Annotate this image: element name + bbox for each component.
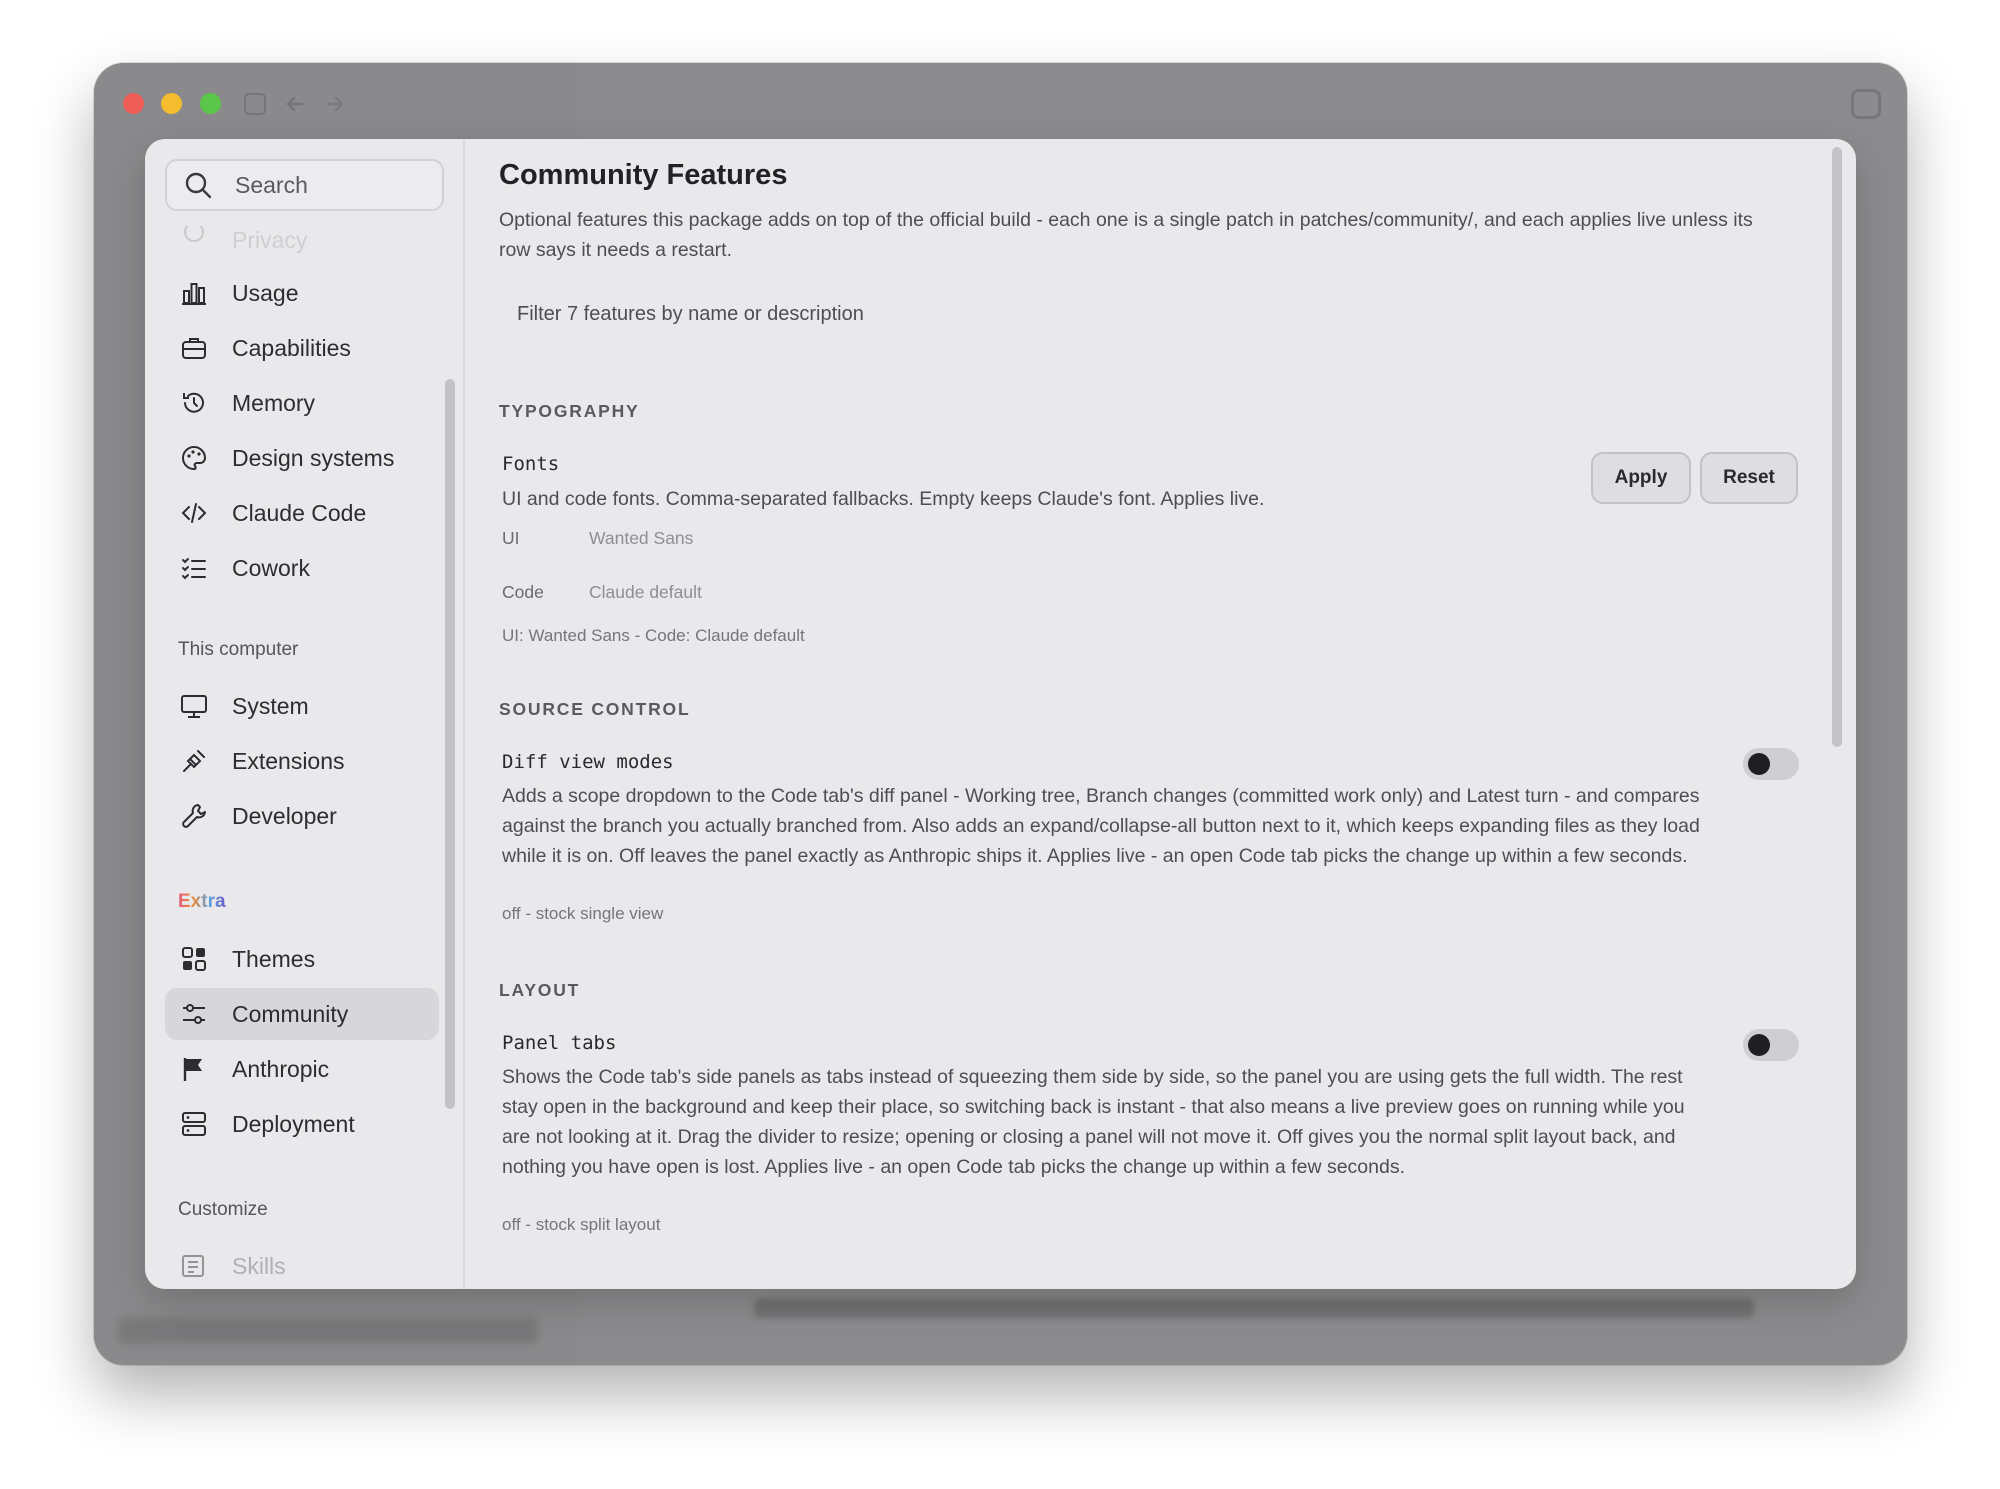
sidebar-item-label: Memory xyxy=(232,389,316,416)
sidebar-item-label: Design systems xyxy=(232,444,395,471)
apply-button[interactable]: Apply xyxy=(1591,452,1691,504)
server-icon xyxy=(182,1112,206,1136)
feature-name-fonts: Fonts xyxy=(502,453,560,475)
puzzle-icon xyxy=(183,750,205,772)
back-arrow-icon[interactable] xyxy=(284,93,306,115)
search-input[interactable]: Search xyxy=(165,159,444,211)
toggle-knob xyxy=(1748,753,1770,775)
section-this-computer: This computer xyxy=(178,639,299,660)
feature-description-diff-view-modes: Adds a scope dropdown to the Code tab's … xyxy=(502,785,1700,867)
panel-tabs-status: off - stock split layout xyxy=(502,1215,661,1234)
reset-button[interactable]: Reset xyxy=(1700,452,1798,504)
sidebar-item-label: Cowork xyxy=(232,554,310,581)
sidebar-item-design-systems[interactable]: Design systems xyxy=(165,432,439,484)
sidebar-item-label: Anthropic xyxy=(232,1055,330,1082)
sidebar-item-memory[interactable]: Memory xyxy=(165,377,439,429)
wrench-icon xyxy=(182,804,206,828)
feature-description-fonts: UI and code fonts. Comma-separated fallb… xyxy=(502,488,1265,510)
search-placeholder: Search xyxy=(235,171,308,198)
sidebar-scrollbar[interactable] xyxy=(445,379,455,1109)
background-footer xyxy=(754,1298,1754,1318)
forward-arrow-icon[interactable] xyxy=(324,93,346,115)
section-extra: Extra xyxy=(178,891,226,912)
bar-chart-icon xyxy=(182,283,206,305)
search-icon xyxy=(185,172,212,199)
notifications-icon[interactable] xyxy=(1851,89,1881,119)
minimize-window-button[interactable] xyxy=(161,93,182,114)
filter-input[interactable]: Filter 7 features by name or description xyxy=(517,303,864,326)
sliders-icon xyxy=(183,1004,205,1024)
sidebar-item-cowork[interactable]: Cowork xyxy=(165,542,439,594)
sidebar-item-label: Privacy xyxy=(232,227,308,253)
panel-tabs-toggle[interactable] xyxy=(1743,1029,1799,1061)
diff-view-status: off - stock single view xyxy=(502,904,664,923)
shield-icon xyxy=(184,226,204,242)
sidebar-item-usage[interactable]: Usage xyxy=(165,267,439,319)
settings-dialog: Search Privacy Usage Capabilities Memory… xyxy=(145,139,1856,1289)
checklist-icon xyxy=(182,558,206,580)
sidebar-item-label: Capabilities xyxy=(232,334,351,361)
sidebar-toggle-icon[interactable] xyxy=(244,93,266,115)
sidebar-item-claude-code[interactable]: Claude Code xyxy=(165,487,439,539)
sidebar-item-community[interactable]: Community xyxy=(165,988,439,1040)
close-window-button[interactable] xyxy=(123,93,144,114)
settings-sidebar: Search Privacy Usage Capabilities Memory… xyxy=(145,139,465,1289)
sidebar-item-label: Skills xyxy=(232,1252,286,1279)
section-customize: Customize xyxy=(178,1199,268,1220)
sidebar-item-privacy[interactable]: Privacy xyxy=(165,224,439,254)
sidebar-item-extensions[interactable]: Extensions xyxy=(165,735,439,787)
history-icon xyxy=(183,392,204,413)
sidebar-item-label: Developer xyxy=(232,802,337,829)
flag-icon xyxy=(183,1058,202,1081)
page-title: Community Features xyxy=(499,159,788,191)
feature-name-panel-tabs: Panel tabs xyxy=(502,1032,617,1054)
skills-icon xyxy=(182,1255,204,1277)
sidebar-item-skills[interactable]: Skills xyxy=(165,1240,439,1289)
page-description: Optional features this package adds on t… xyxy=(499,209,1753,261)
sidebar-item-developer[interactable]: Developer xyxy=(165,790,439,842)
sidebar-item-themes[interactable]: Themes xyxy=(165,933,439,985)
feature-description-panel-tabs: Shows the Code tab's side panels as tabs… xyxy=(502,1066,1685,1178)
zoom-window-button[interactable] xyxy=(200,93,221,114)
toggle-knob xyxy=(1748,1034,1770,1056)
sidebar-item-deployment[interactable]: Deployment xyxy=(165,1098,439,1150)
code-icon xyxy=(181,503,207,523)
sidebar-item-label: Deployment xyxy=(232,1110,355,1137)
section-heading-typography: TYPOGRAPHY xyxy=(499,401,640,421)
section-heading-source-control: SOURCE CONTROL xyxy=(499,699,691,719)
sidebar-item-anthropic[interactable]: Anthropic xyxy=(165,1043,439,1095)
monitor-icon xyxy=(181,695,207,718)
sidebar-item-system[interactable]: System xyxy=(165,680,439,732)
palette-icon xyxy=(182,445,207,471)
sidebar-item-label: Themes xyxy=(232,945,316,972)
background-user-menu xyxy=(118,1318,538,1344)
sidebar-item-label: System xyxy=(232,692,309,719)
sidebar-item-label: Claude Code xyxy=(232,499,367,526)
main-scrollbar[interactable] xyxy=(1832,147,1842,747)
sidebar-item-capabilities[interactable]: Capabilities xyxy=(165,322,439,374)
code-font-input[interactable]: Claude default xyxy=(589,582,702,603)
diff-view-modes-toggle[interactable] xyxy=(1743,748,1799,780)
code-font-label: Code xyxy=(502,582,544,602)
ui-font-input[interactable]: Wanted Sans xyxy=(589,528,693,549)
section-heading-layout: LAYOUT xyxy=(499,980,581,1000)
sidebar-item-label: Usage xyxy=(232,279,299,306)
grid-icon xyxy=(182,947,206,971)
sidebar-item-label: Extensions xyxy=(232,747,345,774)
briefcase-icon xyxy=(182,338,206,359)
ui-font-label: UI xyxy=(502,528,520,548)
feature-name-diff-view-modes: Diff view modes xyxy=(502,751,674,773)
sidebar-item-label: Community xyxy=(232,1000,349,1027)
community-features-panel: Community Features Optional features thi… xyxy=(467,139,1856,1289)
fonts-summary: UI: Wanted Sans - Code: Claude default xyxy=(502,626,805,645)
